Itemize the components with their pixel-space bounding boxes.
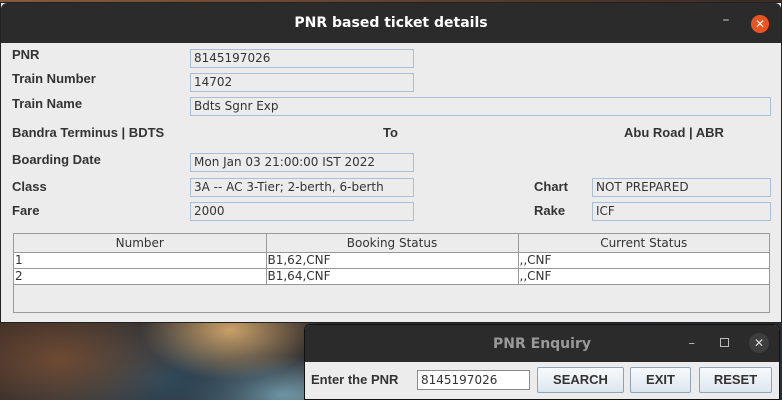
passenger-status-table: Number Booking Status Current Status 1 B… (13, 233, 770, 313)
table-header-row: Number Booking Status Current Status (14, 234, 769, 253)
to-station: Abu Road | ABR (624, 125, 724, 140)
pnr-label: PNR (12, 47, 40, 62)
boarding-date-field[interactable]: Mon Jan 03 21:00:00 IST 2022 (190, 153, 414, 172)
chart-field[interactable]: NOT PREPARED (592, 178, 771, 197)
pnr-input[interactable]: 8145197026 (417, 370, 530, 390)
fare-label: Fare (12, 203, 40, 218)
class-label: Class (12, 179, 47, 194)
train-name-label: Train Name (12, 96, 83, 111)
boarding-date-label: Boarding Date (12, 152, 101, 167)
table-row[interactable]: 1 B1,62,CNF ,,CNF (14, 252, 769, 269)
enter-pnr-label: Enter the PNR (311, 372, 399, 387)
maximize-icon[interactable] (720, 338, 729, 347)
class-field[interactable]: 3A -- AC 3-Tier; 2-berth, 6-berth (190, 178, 414, 197)
ticket-details-window: PNR based ticket details – ✕ PNR 8145197… (0, 2, 782, 323)
cell-booking-status[interactable]: B1,64,CNF (266, 268, 519, 285)
enquiry-title: PNR Enquiry (493, 335, 591, 352)
chart-label: Chart (534, 179, 568, 194)
cell-number[interactable]: 1 (14, 252, 267, 269)
column-header-current-status[interactable]: Current Status (518, 234, 769, 253)
cell-booking-status[interactable]: B1,62,CNF (266, 252, 519, 269)
reset-button[interactable]: RESET (699, 367, 772, 393)
train-number-field[interactable]: 14702 (190, 73, 414, 92)
pnr-field[interactable]: 8145197026 (190, 49, 414, 68)
cell-number[interactable]: 2 (14, 268, 267, 285)
enquiry-titlebar[interactable]: PNR Enquiry – ✕ (305, 325, 779, 362)
cell-current-status[interactable]: ,,CNF (518, 268, 769, 285)
window-titlebar[interactable]: PNR based ticket details – ✕ (1, 3, 781, 43)
pnr-enquiry-window: PNR Enquiry – ✕ Enter the PNR 8145197026… (304, 324, 780, 400)
column-header-booking-status[interactable]: Booking Status (266, 234, 519, 253)
column-header-number[interactable]: Number (14, 234, 267, 253)
rake-label: Rake (534, 203, 566, 218)
close-icon[interactable]: ✕ (751, 15, 769, 33)
train-number-label: Train Number (12, 71, 96, 86)
from-station: Bandra Terminus | BDTS (12, 125, 165, 140)
minimize-icon[interactable]: – (689, 336, 696, 351)
cell-current-status[interactable]: ,,CNF (518, 252, 769, 269)
search-button[interactable]: SEARCH (537, 367, 624, 393)
table-row[interactable]: 2 B1,64,CNF ,,CNF (14, 268, 769, 285)
exit-button[interactable]: EXIT (630, 367, 691, 393)
train-name-field[interactable]: Bdts Sgnr Exp (190, 97, 771, 116)
rake-field[interactable]: ICF (592, 202, 771, 221)
window-title: PNR based ticket details (294, 15, 488, 31)
fare-field[interactable]: 2000 (190, 202, 414, 221)
close-icon[interactable]: ✕ (749, 333, 769, 353)
minimize-icon[interactable]: – (719, 13, 733, 29)
to-label: To (383, 125, 398, 140)
